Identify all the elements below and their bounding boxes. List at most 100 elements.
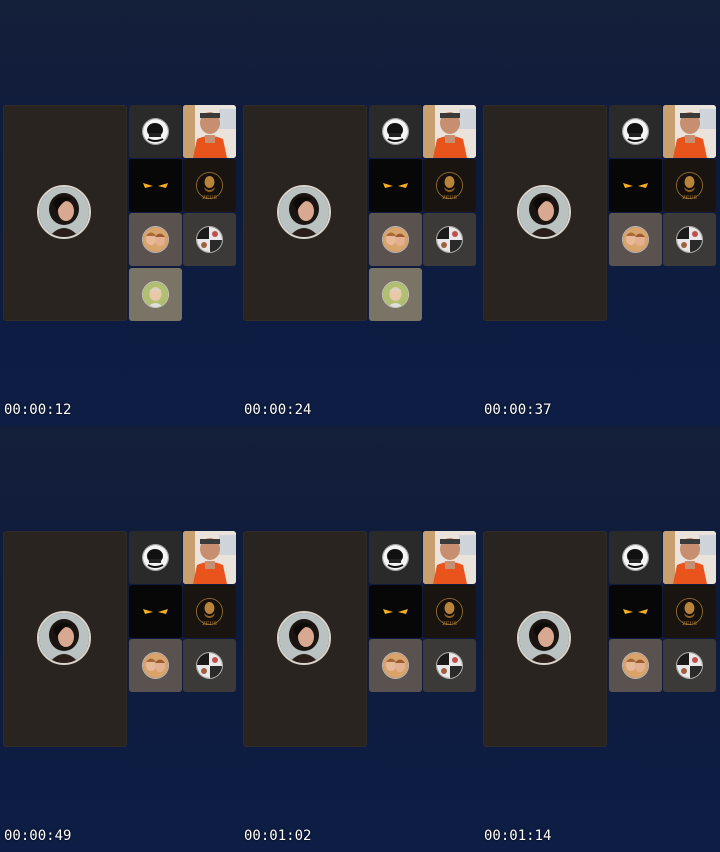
participant-tile-two-women[interactable] [369, 639, 422, 692]
child-avatar [142, 281, 169, 308]
call-frame-5: ZEUS 00:01:02 [240, 426, 480, 852]
call-frame-3: ZEUS 00:00:37 [480, 0, 720, 426]
active-speaker-tile[interactable] [3, 105, 127, 321]
participant-tile-zeus[interactable]: ZEUS [663, 159, 716, 212]
participant-tile-collage[interactable] [423, 639, 476, 692]
participant-tile-two-women[interactable] [609, 639, 662, 692]
man-orange-shirt-video [183, 531, 236, 584]
call-frame-1: ZEUS 00:00:12 [0, 0, 240, 426]
two-women-avatar [622, 226, 649, 253]
active-speaker-tile[interactable] [483, 531, 607, 747]
call-frame-2: ZEUS 00:00:24 [240, 0, 480, 426]
woman-portrait-avatar [517, 185, 571, 239]
two-women-avatar [142, 652, 169, 679]
woman-portrait-avatar [277, 611, 331, 665]
zeus-label: ZEUS [682, 195, 697, 201]
man-orange-shirt-video [663, 531, 716, 584]
helmet-logo-avatar [622, 544, 649, 571]
zeus-label: ZEUS [202, 195, 217, 201]
participant-tile-collage[interactable] [183, 639, 236, 692]
helmet-logo-avatar [382, 118, 409, 145]
active-speaker-tile[interactable] [243, 105, 367, 321]
zeus-label: ZEUS [682, 621, 697, 627]
collage-avatar [196, 226, 223, 253]
participant-tile-two-women[interactable] [369, 213, 422, 266]
participant-tile-two-women[interactable] [129, 639, 182, 692]
participant-tile-video[interactable] [423, 531, 476, 584]
participant-tile-collage[interactable] [183, 213, 236, 266]
woman-portrait-avatar [517, 611, 571, 665]
participant-tile-video[interactable] [183, 105, 236, 158]
timestamp-label: 00:01:14 [484, 828, 552, 844]
helmet-logo-avatar [622, 118, 649, 145]
helmet-logo-avatar [142, 118, 169, 145]
woman-portrait-avatar [277, 185, 331, 239]
participant-tile-video[interactable] [423, 105, 476, 158]
woman-portrait-avatar [37, 185, 91, 239]
zeus-label: ZEUS [202, 621, 217, 627]
participant-tile-helmet[interactable] [129, 105, 182, 158]
timestamp-label: 00:00:37 [484, 402, 552, 418]
participant-tile-video[interactable] [663, 105, 716, 158]
participant-tile-eyes[interactable] [369, 159, 422, 212]
participant-tile-helmet[interactable] [609, 105, 662, 158]
glowing-eyes-avatar [129, 159, 182, 212]
glowing-eyes-avatar [609, 585, 662, 638]
glowing-eyes-avatar [609, 159, 662, 212]
participant-tile-zeus[interactable]: ZEUS [183, 585, 236, 638]
participant-tile-eyes[interactable] [609, 159, 662, 212]
collage-avatar [676, 226, 703, 253]
participant-tile-collage[interactable] [663, 639, 716, 692]
man-orange-shirt-video [423, 105, 476, 158]
glowing-eyes-avatar [369, 159, 422, 212]
timestamp-label: 00:00:12 [4, 402, 72, 418]
child-avatar [382, 281, 409, 308]
call-frame-6: ZEUS 00:01:14 [480, 426, 720, 852]
timestamp-label: 00:00:49 [4, 828, 72, 844]
man-orange-shirt-video [423, 531, 476, 584]
glowing-eyes-avatar [129, 585, 182, 638]
participant-tile-child[interactable] [369, 268, 422, 321]
participant-tile-helmet[interactable] [129, 531, 182, 584]
participant-tile-video[interactable] [183, 531, 236, 584]
participant-tile-child[interactable] [129, 268, 182, 321]
participant-tile-zeus[interactable]: ZEUS [183, 159, 236, 212]
participant-tile-zeus[interactable]: ZEUS [423, 159, 476, 212]
participant-tile-helmet[interactable] [369, 531, 422, 584]
collage-avatar [436, 226, 463, 253]
participant-tile-eyes[interactable] [609, 585, 662, 638]
participant-tile-collage[interactable] [663, 213, 716, 266]
video-call-contact-sheet: ZEUS 00:00:12 ZEUS 00:00:24 ZEUS 00:00:3… [0, 0, 720, 852]
participant-tile-helmet[interactable] [369, 105, 422, 158]
participant-tile-two-women[interactable] [609, 213, 662, 266]
participant-tile-eyes[interactable] [369, 585, 422, 638]
participant-tile-collage[interactable] [423, 213, 476, 266]
participant-tile-eyes[interactable] [129, 159, 182, 212]
call-frame-4: ZEUS 00:00:49 [0, 426, 240, 852]
two-women-avatar [382, 226, 409, 253]
participant-tile-zeus[interactable]: ZEUS [423, 585, 476, 638]
collage-avatar [196, 652, 223, 679]
active-speaker-tile[interactable] [483, 105, 607, 321]
participant-tile-two-women[interactable] [129, 213, 182, 266]
two-women-avatar [622, 652, 649, 679]
active-speaker-tile[interactable] [243, 531, 367, 747]
collage-avatar [436, 652, 463, 679]
participant-tile-helmet[interactable] [609, 531, 662, 584]
two-women-avatar [382, 652, 409, 679]
helmet-logo-avatar [142, 544, 169, 571]
active-speaker-tile[interactable] [3, 531, 127, 747]
participant-tile-zeus[interactable]: ZEUS [663, 585, 716, 638]
timestamp-label: 00:00:24 [244, 402, 312, 418]
participant-tile-eyes[interactable] [129, 585, 182, 638]
participant-tile-video[interactable] [663, 531, 716, 584]
woman-portrait-avatar [37, 611, 91, 665]
two-women-avatar [142, 226, 169, 253]
man-orange-shirt-video [183, 105, 236, 158]
collage-avatar [676, 652, 703, 679]
helmet-logo-avatar [382, 544, 409, 571]
glowing-eyes-avatar [369, 585, 422, 638]
zeus-label: ZEUS [442, 195, 457, 201]
zeus-label: ZEUS [442, 621, 457, 627]
timestamp-label: 00:01:02 [244, 828, 312, 844]
